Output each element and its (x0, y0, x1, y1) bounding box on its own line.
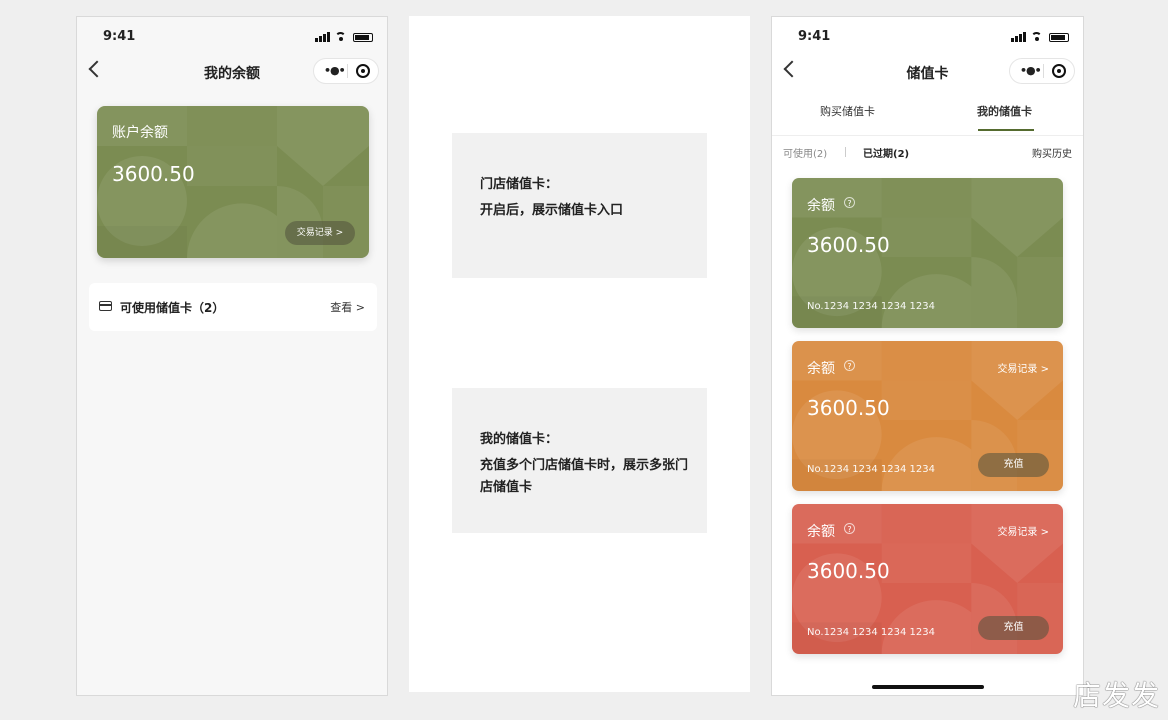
help-icon[interactable]: ? (844, 197, 855, 208)
card-number: No.1234 1234 1234 1234 (807, 627, 935, 638)
note-title: 我的储值卡： (480, 432, 559, 447)
view-link[interactable]: 查看 > (330, 299, 365, 315)
filter-divider (845, 147, 846, 157)
note-title: 门店储值卡： (480, 177, 559, 192)
purchase-history-link[interactable]: 购买历史 (1032, 145, 1072, 160)
note-my-card: 我的储值卡： 充值多个门店储值卡时，展示多张门店储值卡 (452, 388, 707, 533)
note-desc: 开启后，展示储值卡入口 (480, 203, 624, 218)
watermark-text: 店发发 (1072, 679, 1160, 712)
tab-my-cards[interactable]: 我的储值卡 (977, 103, 1032, 119)
card-transactions-link[interactable]: 交易记录 > (997, 360, 1049, 375)
active-tab-indicator (978, 129, 1034, 131)
target-icon[interactable] (1052, 64, 1066, 78)
card-transactions-link[interactable]: 交易记录 > (997, 523, 1049, 538)
available-cards-label: 可使用储值卡（2） (120, 301, 225, 315)
annotation-panel: 门店储值卡： 开启后，展示储值卡入口 我的储值卡： 充值多个门店储值卡时，展示多… (409, 16, 750, 692)
wifi-icon (335, 32, 348, 42)
signal-icon (315, 32, 330, 42)
recharge-button[interactable]: 充值 (978, 616, 1049, 640)
capsule-divider (1043, 64, 1044, 78)
filter-expired[interactable]: 已过期(2) (863, 145, 909, 160)
balance-phone-screen: 9:41 我的余额 •●• 账户余额 3600.50 交易记录 > 可使用储值卡… (76, 16, 388, 696)
help-icon[interactable]: ? (844, 523, 855, 534)
stored-value-card[interactable]: 余额 ? 3600.50 No.1234 1234 1234 1234 (792, 178, 1063, 328)
account-balance-card: 账户余额 3600.50 交易记录 > (97, 106, 369, 258)
note-desc: 充值多个门店储值卡时，展示多张门店储值卡 (480, 458, 689, 495)
status-time: 9:41 (798, 29, 831, 44)
battery-icon (1049, 32, 1069, 42)
available-cards-row[interactable]: 可使用储值卡（2） 查看 > (89, 283, 377, 331)
nav-bar: 储值卡 •●• (772, 57, 1083, 89)
status-bar: 9:41 (772, 27, 1083, 47)
help-icon[interactable]: ? (844, 360, 855, 371)
filter-available[interactable]: 可使用(2) (783, 145, 827, 160)
stored-value-card[interactable]: 余额 ? 交易记录 > 3600.50 No.1234 1234 1234 12… (792, 341, 1063, 491)
more-dots-icon[interactable]: •●• (1020, 64, 1042, 77)
wifi-icon (1031, 32, 1044, 42)
stored-value-phone-screen: 9:41 储值卡 •●• 购买储值卡 我的储值卡 可使用(2) 已过期(2) 购… (771, 16, 1084, 696)
mini-program-capsule: •●• (313, 58, 379, 84)
recharge-button[interactable]: 充值 (978, 453, 1049, 477)
card-amount: 3600.50 (807, 396, 890, 420)
home-indicator (872, 685, 984, 689)
card-icon (99, 301, 112, 311)
card-number: No.1234 1234 1234 1234 (807, 301, 935, 312)
note-store-card: 门店储值卡： 开启后，展示储值卡入口 (452, 133, 707, 278)
card-number: No.1234 1234 1234 1234 (807, 464, 935, 475)
stored-value-card[interactable]: 余额 ? 交易记录 > 3600.50 No.1234 1234 1234 12… (792, 504, 1063, 654)
card-tabs: 购买储值卡 我的储值卡 (772, 97, 1083, 136)
status-time: 9:41 (103, 29, 136, 44)
card-amount: 3600.50 (807, 559, 890, 583)
more-dots-icon[interactable]: •●• (324, 64, 346, 77)
nav-bar: 我的余额 •●• (77, 57, 387, 89)
card-balance-label: 余额 (807, 198, 835, 214)
card-balance-label: 余额 (807, 524, 835, 540)
card-amount: 3600.50 (807, 233, 890, 257)
capsule-divider (347, 64, 348, 78)
battery-icon (353, 32, 373, 42)
filter-bar: 可使用(2) 已过期(2) 购买历史 (772, 145, 1083, 163)
tab-buy-card[interactable]: 购买储值卡 (820, 103, 875, 119)
mini-program-capsule: •●• (1009, 58, 1075, 84)
balance-label: 账户余额 (112, 125, 168, 141)
signal-icon (1011, 32, 1026, 42)
card-balance-label: 余额 (807, 361, 835, 377)
transactions-button[interactable]: 交易记录 > (285, 221, 355, 245)
target-icon[interactable] (356, 64, 370, 78)
balance-amount: 3600.50 (112, 162, 195, 186)
status-bar: 9:41 (77, 27, 387, 47)
